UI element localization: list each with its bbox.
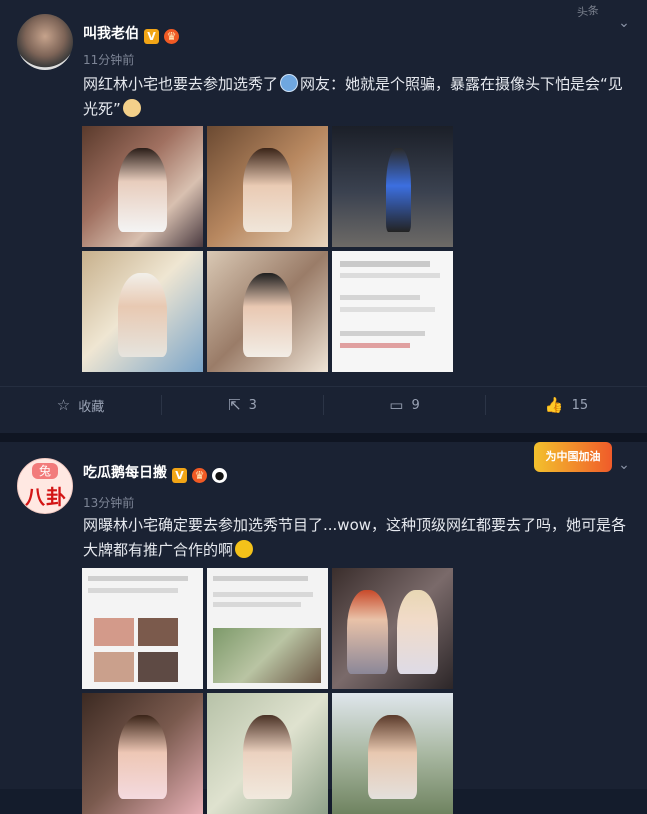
- post-image[interactable]: [207, 568, 328, 689]
- yum-emoji-icon: [235, 540, 254, 558]
- panda-icon: ●: [212, 468, 227, 483]
- chevron-down-icon[interactable]: ⌄: [617, 458, 631, 472]
- favorite-button[interactable]: ☆ 收藏: [0, 387, 161, 423]
- post-image[interactable]: [207, 251, 328, 372]
- vip-crown-icon: ♛: [164, 29, 179, 44]
- feed: 叫我老伯 V ♛ 11分钟前 头条 ⌄ 网红林小宅也要去参加选秀了 网友：她就是个照骗…: [0, 0, 647, 814]
- post-image[interactable]: [332, 251, 453, 372]
- post-image[interactable]: [82, 568, 203, 689]
- chevron-down-icon[interactable]: ⌄: [617, 16, 631, 30]
- post-image[interactable]: [332, 693, 453, 814]
- author-name[interactable]: 吃瓜鹅每日搬 V ♛ ●: [83, 462, 227, 483]
- star-icon: ☆: [56, 396, 71, 414]
- post-image[interactable]: [332, 568, 453, 689]
- post-image[interactable]: [207, 693, 328, 814]
- avatar[interactable]: [17, 14, 73, 70]
- dog-emoji-icon: [122, 99, 141, 117]
- post-separator: [0, 433, 647, 442]
- like-button[interactable]: 👍 15: [486, 387, 647, 423]
- post-time[interactable]: 13分钟前: [83, 494, 134, 511]
- post-image[interactable]: [82, 251, 203, 372]
- author-name[interactable]: 叫我老伯 V ♛: [83, 23, 179, 44]
- post-image[interactable]: [82, 126, 203, 247]
- promo-badge[interactable]: 为中国加油: [534, 442, 612, 472]
- avatar[interactable]: 兔 八卦: [17, 458, 73, 514]
- verified-badge-icon: V: [172, 468, 187, 483]
- post-card: 叫我老伯 V ♛ 11分钟前 头条 ⌄ 网红林小宅也要去参加选秀了 网友：她就是个照骗…: [0, 0, 647, 433]
- post-image[interactable]: [332, 126, 453, 247]
- verified-badge-icon: V: [144, 29, 159, 44]
- repost-button[interactable]: ⇱ 3: [162, 387, 323, 423]
- post-image[interactable]: [207, 126, 328, 247]
- action-bar: ☆ 收藏 ⇱ 3 ▭ 9 👍 15: [0, 386, 647, 423]
- repost-icon: ⇱: [228, 396, 241, 414]
- post-image[interactable]: [82, 693, 203, 814]
- like-icon: 👍: [544, 396, 564, 414]
- vip-crown-icon: ♛: [192, 468, 207, 483]
- post-time[interactable]: 11分钟前: [83, 51, 134, 68]
- comment-button[interactable]: ▭ 9: [324, 387, 485, 423]
- watermark-stamp: 头条: [576, 3, 600, 20]
- post-text: 网红林小宅也要去参加选秀了 网友：她就是个照骗，暴露在摄像头下怕是会“见光死”: [83, 74, 623, 118]
- face-emoji-icon: [280, 74, 299, 92]
- post-text: 网曝林小宅确定要去参加选秀节目了...wow，这种顶级网红都要去了吗，她可是各大…: [83, 516, 627, 559]
- comment-icon: ▭: [389, 396, 404, 414]
